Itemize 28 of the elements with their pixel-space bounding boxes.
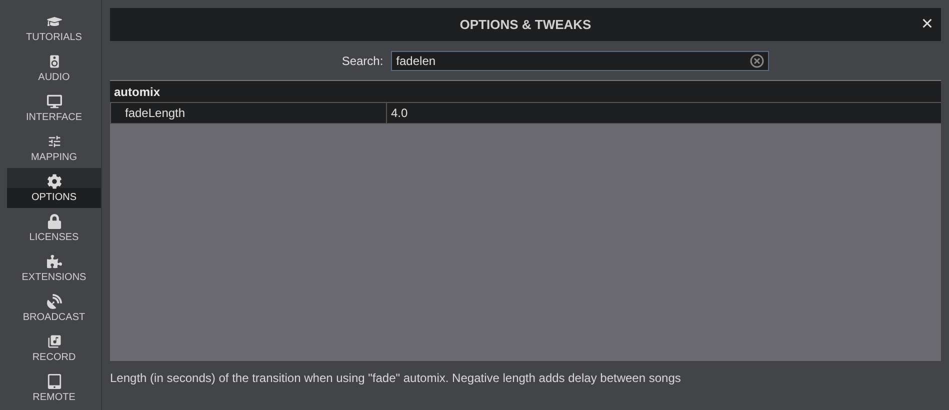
description-text: Length (in seconds) of the transition when using "fade" automix. Negative length adds delay between songs xyxy=(110,370,682,385)
sidebar-item[interactable]: OPTIONS xyxy=(7,168,101,208)
sidebar-item[interactable]: REMOTE xyxy=(7,368,101,408)
sidebar-item[interactable]: INTERFACE xyxy=(7,88,101,128)
sidebar-item[interactable]: EXTENSIONS xyxy=(7,248,101,288)
sliders-icon xyxy=(46,134,62,148)
option-name: fadeLength xyxy=(124,105,186,122)
group-name: automix xyxy=(114,84,160,98)
lock-icon xyxy=(46,214,62,228)
sidebar-item[interactable]: AUDIO xyxy=(7,48,101,88)
search-field[interactable]: fadelen xyxy=(391,50,770,70)
monitor-icon xyxy=(46,94,62,108)
sidebar-item[interactable]: TUTORIALS xyxy=(7,8,101,48)
puzzle-icon xyxy=(46,254,62,268)
gear-icon xyxy=(46,174,62,188)
music-folder-icon xyxy=(46,334,62,348)
clear-icon[interactable] xyxy=(750,54,764,68)
option-row[interactable]: fadeLength 4.0 xyxy=(110,103,941,124)
satellite-dish-icon xyxy=(46,294,62,308)
search-label: Search: xyxy=(342,54,384,68)
window-title: OPTIONS & TWEAKS xyxy=(460,17,592,32)
option-value[interactable]: 4.0 xyxy=(386,103,941,123)
sidebar-item[interactable]: MAPPING xyxy=(7,128,101,168)
tablet-icon xyxy=(46,374,62,388)
sidebar-item[interactable]: LICENSES xyxy=(7,208,101,248)
close-button[interactable]: × xyxy=(921,14,933,34)
sidebar-item[interactable]: RECORD xyxy=(7,328,101,368)
sidebar-item[interactable]: BROADCAST xyxy=(7,288,101,328)
